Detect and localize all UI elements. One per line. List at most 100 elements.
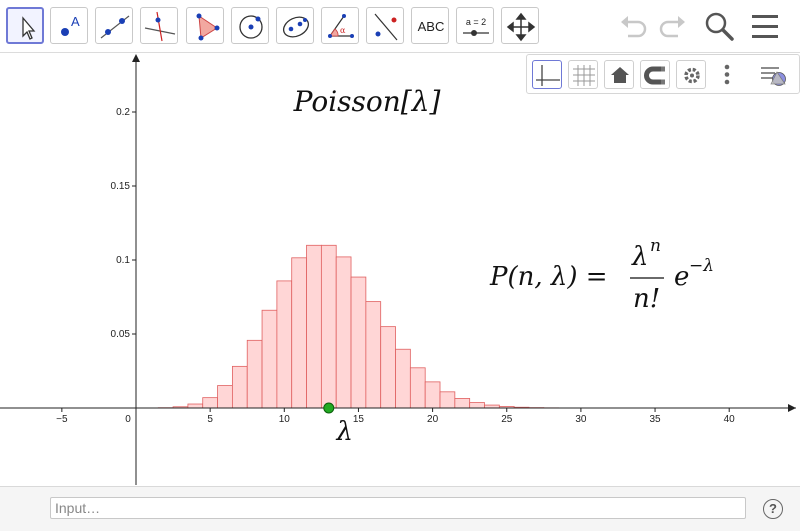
move-tool-button[interactable] — [6, 7, 44, 44]
x-tick-label: 0 — [125, 414, 131, 425]
probability-bar — [410, 368, 425, 408]
probability-bar — [455, 398, 470, 408]
formula-numerator: λ — [631, 242, 648, 272]
standard-view-button[interactable] — [604, 60, 634, 89]
help-button[interactable]: ? — [763, 499, 783, 519]
ellipse-icon — [277, 8, 315, 45]
search-icon — [702, 8, 738, 44]
probability-bar — [262, 310, 277, 408]
probability-bar — [351, 277, 366, 408]
graphics-canvas[interactable]: −5 0 5 10 15 20 25 30 35 40 0.05 0.1 0.15 0.2 Poisson… — [0, 53, 800, 485]
gear-icon — [677, 61, 707, 90]
style-bar-icon — [757, 60, 793, 89]
probability-bar — [277, 281, 292, 408]
main-menu-button[interactable] — [748, 8, 784, 44]
probability-bar — [366, 302, 381, 408]
magnet-icon — [641, 61, 671, 90]
ellipse-tool-button[interactable] — [276, 7, 314, 44]
grid-icon — [569, 61, 599, 90]
point-tool-button[interactable]: A — [50, 7, 88, 44]
angle-tool-label: α — [340, 26, 346, 35]
slider-tool-label: a = 2 — [466, 17, 486, 27]
text-tool-label: ABC — [418, 19, 445, 34]
search-button[interactable] — [702, 8, 738, 44]
probability-bar — [203, 398, 218, 408]
angle-icon: α — [322, 8, 360, 45]
y-tick-label: 0.1 — [116, 255, 130, 266]
graphics-style-bar — [526, 54, 800, 94]
x-tick-label: 25 — [501, 414, 513, 425]
x-tick-label: 10 — [279, 414, 291, 425]
formula-exp-base: e — [674, 262, 689, 292]
redo-icon — [654, 8, 690, 44]
toggle-grid-button[interactable] — [568, 60, 598, 89]
point-capturing-button[interactable] — [640, 60, 670, 89]
x-tick-label: 30 — [575, 414, 587, 425]
graph-title: Poisson[λ] — [293, 85, 441, 118]
probability-bar — [307, 245, 322, 408]
probability-bar — [425, 382, 440, 408]
line-through-two-points-icon — [96, 8, 134, 45]
undo-button[interactable] — [616, 8, 652, 44]
x-axis-arrow — [788, 404, 796, 412]
reflect-about-line-icon — [367, 8, 405, 45]
polygon-tool-button[interactable] — [186, 7, 224, 44]
formula-lhs: P(n, λ) = — [489, 262, 608, 292]
formula-denominator: n! — [633, 284, 660, 314]
angle-tool-button[interactable]: α — [321, 7, 359, 44]
circle-center-point-tool-button[interactable] — [231, 7, 269, 44]
probability-bar — [440, 392, 455, 408]
probability-bar — [470, 403, 485, 408]
y-axis-arrow — [132, 54, 140, 62]
graphics-view[interactable]: −5 0 5 10 15 20 25 30 35 40 0.05 0.1 0.15 0.2 Poisson… — [0, 53, 800, 485]
perpendicular-line-tool-button[interactable] — [140, 7, 178, 44]
y-tick-label: 0.2 — [116, 107, 130, 118]
probability-bar — [321, 245, 336, 408]
algebra-input-field[interactable] — [50, 497, 746, 519]
lambda-label: λ — [336, 417, 353, 447]
y-tick-label: 0.05 — [111, 329, 131, 340]
slider-tool-button[interactable]: a = 2 — [456, 7, 494, 44]
x-tick-label: 20 — [427, 414, 439, 425]
toolbar: A α ABC a = 2 — [0, 0, 800, 53]
probability-bar — [396, 349, 411, 408]
point-icon: A — [51, 8, 89, 45]
probability-bar — [232, 366, 247, 408]
x-tick-label: −5 — [56, 414, 68, 425]
lambda-point[interactable] — [324, 403, 334, 413]
point-tool-label: A — [71, 14, 80, 29]
polygon-icon — [187, 8, 225, 45]
x-tick-label: 40 — [724, 414, 736, 425]
redo-button[interactable] — [654, 8, 690, 44]
vertical-dots-icon — [717, 60, 737, 89]
more-options-button[interactable] — [717, 60, 737, 89]
formula-numerator-exponent: n — [650, 236, 661, 256]
input-bar: ? — [0, 486, 800, 531]
circle-with-center-icon — [232, 8, 270, 45]
x-tick-label: 15 — [353, 414, 365, 425]
graphics-settings-button[interactable] — [676, 60, 706, 89]
style-bar-toggle-button[interactable] — [757, 60, 793, 89]
probability-bar — [188, 404, 203, 408]
y-tick-label: 0.15 — [111, 181, 131, 192]
formula-exp-power: −λ — [689, 256, 714, 276]
hamburger-menu-icon — [748, 8, 784, 44]
probability-bar — [381, 327, 396, 408]
probability-bar — [218, 386, 233, 408]
undo-icon — [616, 8, 652, 44]
line-tool-button[interactable] — [95, 7, 133, 44]
move-arrows-icon — [502, 8, 540, 45]
slider-icon: a = 2 — [457, 8, 495, 45]
reflect-tool-button[interactable] — [366, 7, 404, 44]
move-graphics-view-tool-button[interactable] — [501, 7, 539, 44]
cursor-arrow-icon — [8, 9, 46, 46]
poisson-formula: P(n, λ) = λ n n! e −λ — [489, 236, 714, 314]
probability-bar — [247, 340, 262, 408]
x-tick-label: 5 — [207, 414, 213, 425]
home-icon — [605, 61, 635, 90]
axes-icon — [533, 61, 563, 90]
text-tool-button[interactable]: ABC — [411, 7, 449, 44]
probability-bar — [292, 258, 307, 408]
x-tick-label: 35 — [649, 414, 661, 425]
toggle-axes-button[interactable] — [532, 60, 562, 89]
